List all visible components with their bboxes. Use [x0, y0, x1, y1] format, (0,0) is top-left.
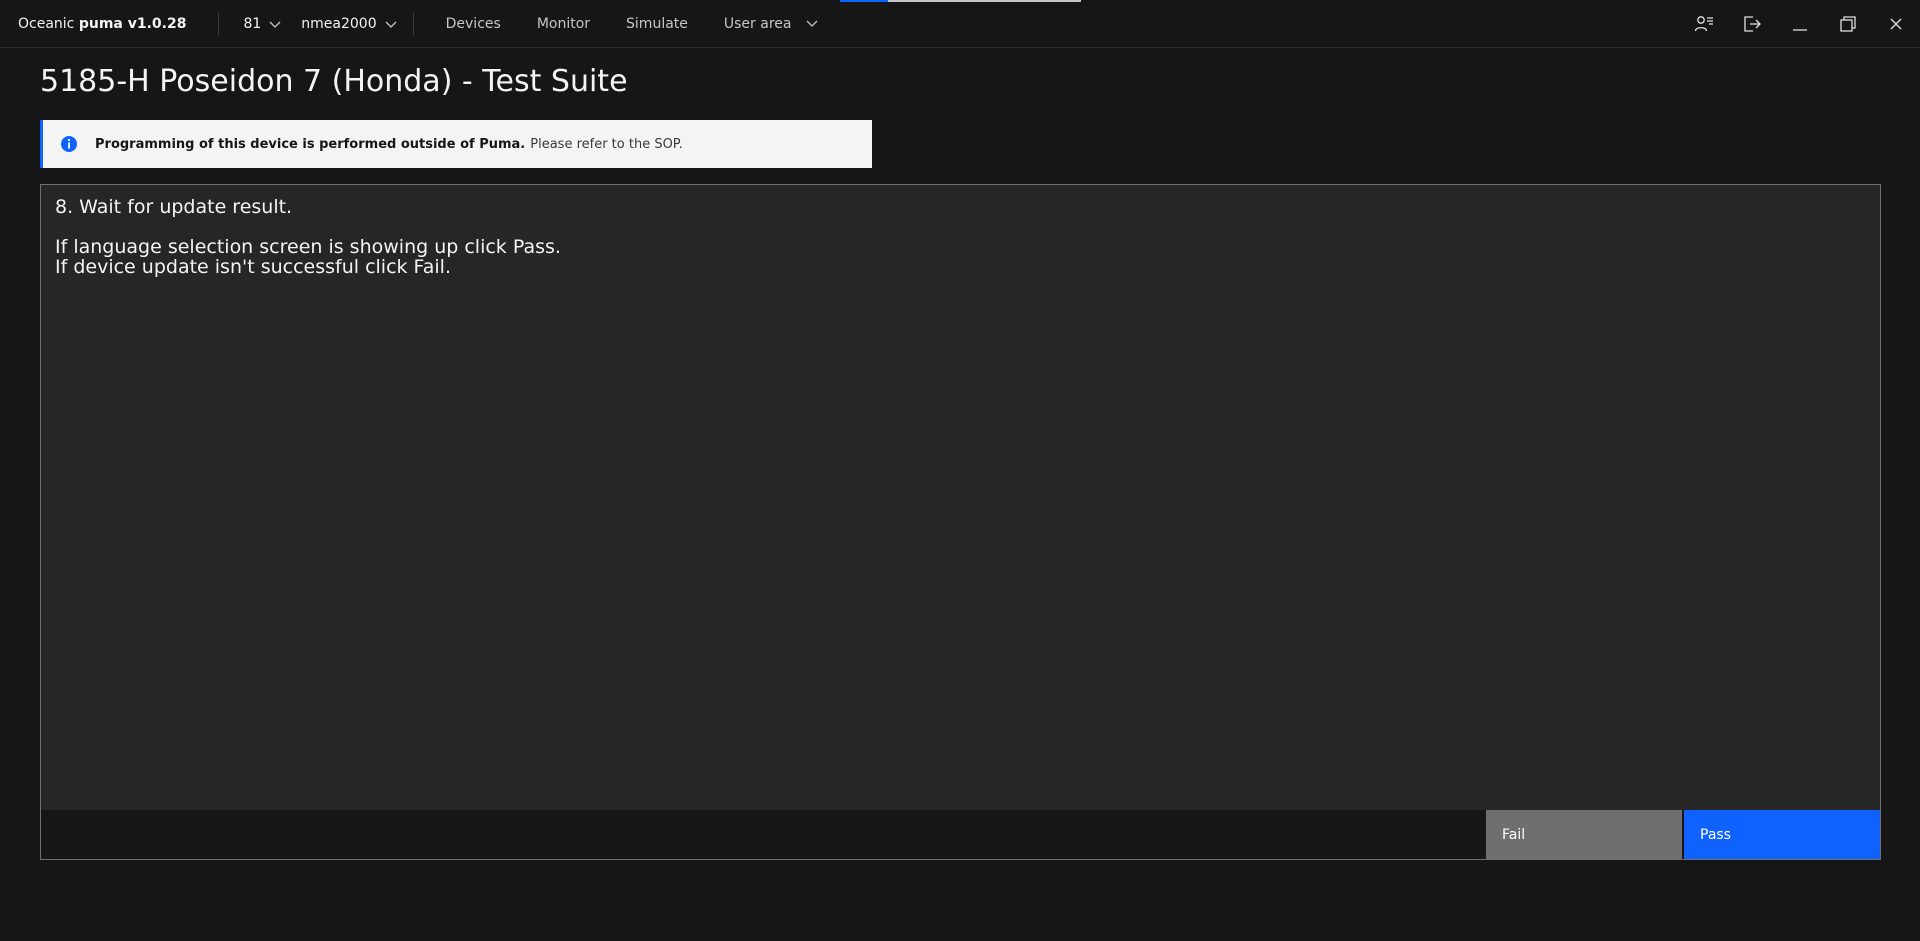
- info-icon: [61, 136, 77, 152]
- step-instruction-pass: If language selection screen is showing …: [55, 236, 561, 258]
- chevron-down-icon: [385, 21, 397, 28]
- port-dropdown[interactable]: 81: [219, 0, 293, 48]
- window-controls: [1680, 0, 1920, 48]
- brand-name: puma v1.0.28: [78, 15, 187, 32]
- brand-prefix: Oceanic: [18, 15, 79, 32]
- maximize-button[interactable]: [1824, 0, 1872, 48]
- close-button[interactable]: [1872, 0, 1920, 48]
- page-title: 5185-H Poseidon 7 (Honda) - Test Suite: [40, 64, 628, 99]
- maximize-icon: [1840, 16, 1856, 32]
- minimize-icon: [1793, 29, 1807, 31]
- nav-devices[interactable]: Devices: [414, 0, 519, 48]
- nav-user-area[interactable]: User area: [706, 0, 838, 48]
- minimize-button[interactable]: [1776, 0, 1824, 48]
- protocol-dropdown-value: nmea2000: [301, 15, 377, 32]
- test-step-panel: 8. Wait for update result. If language s…: [40, 184, 1881, 860]
- logout-icon: [1744, 16, 1761, 32]
- nav-user-area-label: User area: [723, 15, 792, 32]
- app-brand: Oceanic puma v1.0.28: [0, 11, 220, 36]
- step-title: 8. Wait for update result.: [55, 196, 293, 218]
- loading-progress-bar: [840, 0, 1081, 2]
- port-dropdown-value: 81: [243, 15, 262, 32]
- step-actions: Fail Pass: [41, 810, 1880, 859]
- chevron-down-icon: [806, 20, 818, 27]
- user-list-icon: [1694, 16, 1713, 32]
- notification-subtitle: Please refer to the SOP.: [530, 136, 683, 152]
- nav-monitor[interactable]: Monitor: [519, 0, 608, 48]
- app-header: Oceanic puma v1.0.28 81 nmea2000 Devices…: [0, 0, 1920, 48]
- logout-button[interactable]: [1728, 0, 1776, 48]
- close-icon: [1890, 18, 1902, 30]
- notification-title: Programming of this device is performed …: [95, 136, 526, 152]
- pass-button[interactable]: Pass: [1684, 810, 1880, 859]
- user-list-button[interactable]: [1680, 0, 1728, 48]
- loading-progress-accent: [840, 0, 888, 2]
- step-instruction-fail: If device update isn't successful click …: [55, 256, 451, 278]
- protocol-dropdown[interactable]: nmea2000: [293, 0, 412, 48]
- fail-button[interactable]: Fail: [1486, 810, 1682, 859]
- info-notification: Programming of this device is performed …: [40, 120, 872, 168]
- main-nav: Devices Monitor Simulate User area: [414, 0, 838, 48]
- chevron-down-icon: [269, 21, 281, 28]
- nav-simulate[interactable]: Simulate: [608, 0, 706, 48]
- step-instructions: 8. Wait for update result. If language s…: [41, 185, 1880, 811]
